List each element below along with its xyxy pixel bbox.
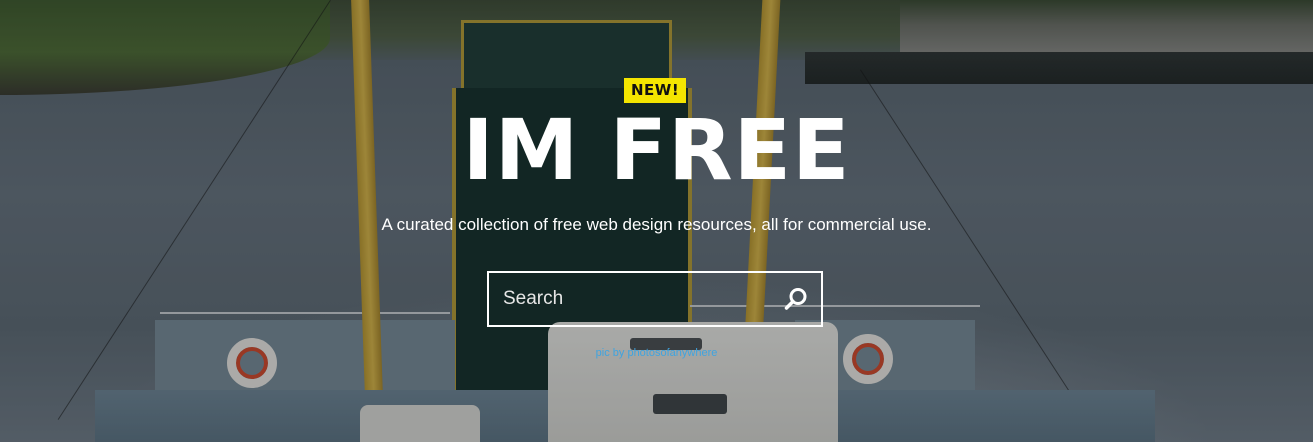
search-icon — [783, 286, 809, 312]
search-button[interactable] — [771, 273, 821, 325]
site-tagline: A curated collection of free web design … — [381, 215, 932, 234]
photo-credit: pic by photosofanywhere — [0, 346, 1313, 360]
search-form — [487, 271, 823, 327]
photo-credit-link[interactable]: pic by photosofanywhere — [596, 347, 718, 359]
hero-content: NEW! IM FREE A curated collection of fre… — [0, 0, 1313, 442]
site-title: IM FREE — [462, 101, 851, 199]
hero-section: NEW! IM FREE A curated collection of fre… — [0, 0, 1313, 442]
search-input[interactable] — [489, 273, 771, 325]
